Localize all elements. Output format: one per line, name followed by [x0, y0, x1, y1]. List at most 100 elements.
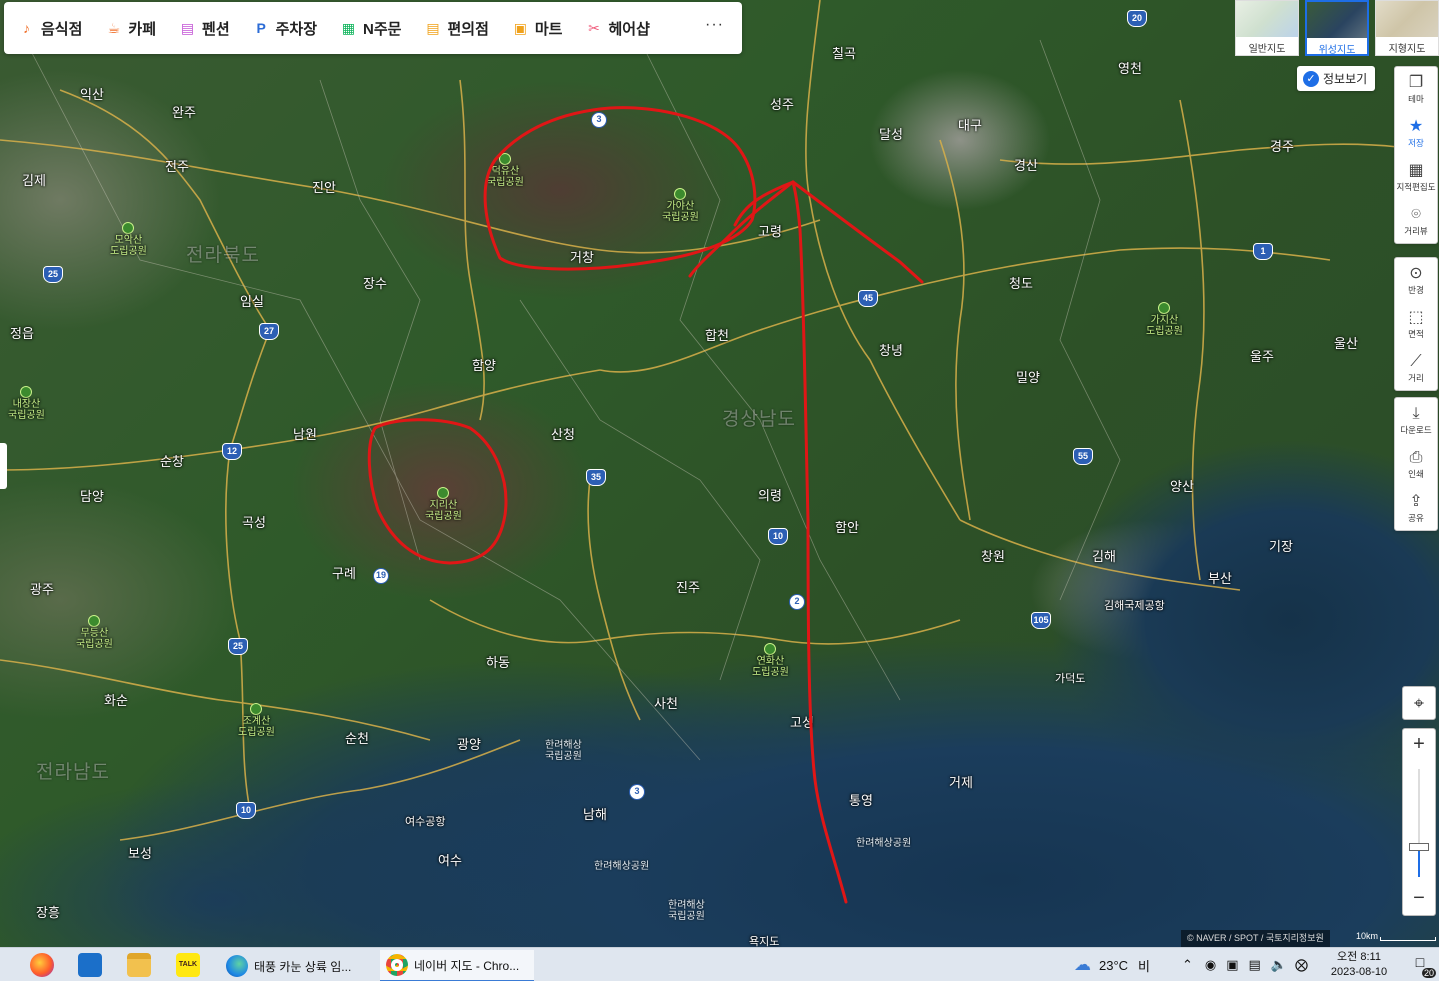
- place-label[interactable]: 순천: [345, 728, 369, 747]
- marine-park-label[interactable]: 한려해상 국립공원: [545, 740, 582, 762]
- record-icon[interactable]: ◉: [1205, 957, 1216, 973]
- place-label[interactable]: 진안: [312, 177, 336, 196]
- map-type-terrain[interactable]: 지형지도: [1375, 0, 1439, 56]
- tool-area[interactable]: ⬚ 면적: [1395, 302, 1437, 346]
- category-n-order[interactable]: ▦ N주문: [340, 18, 402, 39]
- place-label[interactable]: 함안: [835, 517, 859, 536]
- tool-distance[interactable]: ⟋ 거리: [1395, 346, 1437, 390]
- place-label[interactable]: 영천: [1118, 58, 1142, 77]
- marine-park-label[interactable]: 한려해상공원: [856, 838, 911, 849]
- place-label[interactable]: 청도: [1009, 273, 1033, 292]
- place-label[interactable]: 대구: [958, 115, 982, 134]
- zoom-slider-handle[interactable]: [1409, 843, 1429, 851]
- place-label[interactable]: 합천: [705, 325, 729, 344]
- system-clock[interactable]: 오전 8:11 2023-08-10: [1320, 950, 1398, 980]
- place-label[interactable]: 기장: [1269, 536, 1293, 555]
- taskbar-app-chrome[interactable]: 네이버 지도 - Chro...: [380, 950, 534, 981]
- place-label[interactable]: 김제: [22, 170, 46, 189]
- place-label[interactable]: 울주: [1250, 346, 1274, 365]
- place-label[interactable]: 익산: [80, 84, 104, 103]
- category-mart[interactable]: ▣ 마트: [512, 18, 563, 39]
- place-label[interactable]: 광양: [457, 734, 481, 753]
- tool-cadastral[interactable]: ▦ 지적편집도: [1395, 155, 1437, 199]
- place-label[interactable]: 달성: [879, 124, 903, 143]
- park-marker[interactable]: 무등산 국립공원: [76, 615, 113, 650]
- satellite-map[interactable]: 전라북도 경상남도 전라남도 익산 완주 김제 전주 진안 임실 장수 정읍 남원 순창 담양 곡성 구…: [0, 0, 1439, 947]
- place-label[interactable]: 칠곡: [832, 43, 856, 62]
- volume-icon[interactable]: 🔈: [1271, 957, 1287, 973]
- category-pension[interactable]: ▤ 펜션: [179, 18, 230, 39]
- place-label[interactable]: 부산: [1208, 568, 1232, 587]
- park-marker[interactable]: 지리산 국립공원: [425, 487, 462, 522]
- notification-button[interactable]: □ 20: [1408, 954, 1436, 978]
- place-label[interactable]: 여수: [438, 850, 462, 869]
- place-label[interactable]: 함양: [472, 355, 496, 374]
- network-icon[interactable]: ▤: [1249, 957, 1261, 973]
- place-label[interactable]: 순창: [160, 451, 184, 470]
- place-label[interactable]: 장수: [363, 273, 387, 292]
- place-label[interactable]: 보성: [128, 843, 152, 862]
- tool-street-view[interactable]: ⌾ 거리뷰: [1395, 199, 1437, 243]
- camera-icon[interactable]: ▣: [1226, 957, 1238, 973]
- place-label[interactable]: 화순: [104, 690, 128, 709]
- place-label[interactable]: 사천: [654, 693, 678, 712]
- side-panel-handle[interactable]: [0, 443, 7, 489]
- mail-icon[interactable]: [78, 953, 102, 977]
- place-label[interactable]: 하동: [486, 652, 510, 671]
- weather-widget[interactable]: ☁ 23°C 비: [1074, 948, 1150, 981]
- tool-share[interactable]: ⇪ 공유: [1395, 486, 1437, 530]
- place-label[interactable]: 김해국제공항: [1104, 597, 1165, 613]
- place-label[interactable]: 고성: [790, 712, 814, 731]
- tool-download[interactable]: ⤓ 다운로드: [1395, 398, 1437, 442]
- my-location-button[interactable]: ⌖: [1402, 686, 1436, 720]
- category-restaurant[interactable]: ♪ 음식점: [18, 18, 82, 39]
- place-label[interactable]: 거제: [949, 772, 973, 791]
- place-label[interactable]: 창원: [981, 546, 1005, 565]
- place-label[interactable]: 김해: [1092, 546, 1116, 565]
- place-label[interactable]: 담양: [80, 486, 104, 505]
- place-label[interactable]: 남해: [583, 804, 607, 823]
- park-marker[interactable]: 연화산 도립공원: [752, 643, 789, 678]
- place-label[interactable]: 욕지도: [749, 933, 779, 947]
- place-label[interactable]: 성주: [770, 94, 794, 113]
- kakaotalk-icon[interactable]: TALK: [176, 953, 200, 977]
- place-label[interactable]: 산청: [551, 424, 575, 443]
- firefox-icon[interactable]: [30, 953, 54, 977]
- place-label[interactable]: 임실: [240, 291, 264, 310]
- place-label[interactable]: 구례: [332, 563, 356, 582]
- place-label[interactable]: 통영: [849, 790, 873, 809]
- place-label[interactable]: 광주: [30, 579, 54, 598]
- place-label[interactable]: 가덕도: [1055, 670, 1085, 686]
- park-marker[interactable]: 조계산 도립공원: [238, 703, 275, 738]
- place-label[interactable]: 울산: [1334, 333, 1358, 352]
- chevron-up-icon[interactable]: ⌃: [1182, 957, 1193, 973]
- category-convenience-store[interactable]: ▤ 편의점: [424, 18, 489, 39]
- park-marker[interactable]: 내장산 국립공원: [8, 386, 45, 421]
- category-parking[interactable]: P 주차장: [253, 18, 317, 39]
- place-label[interactable]: 정읍: [10, 323, 34, 342]
- file-explorer-icon[interactable]: [127, 953, 151, 977]
- map-type-normal[interactable]: 일반지도: [1235, 0, 1299, 56]
- place-label[interactable]: 의령: [758, 485, 782, 504]
- park-marker[interactable]: 가지산 도립공원: [1146, 302, 1183, 337]
- map-type-satellite[interactable]: 위성지도: [1305, 0, 1369, 56]
- place-label[interactable]: 완주: [172, 102, 196, 121]
- taskbar-app-edge[interactable]: 태풍 카눈 상륙 임...: [220, 950, 372, 981]
- tool-theme[interactable]: ❐ 테마: [1395, 67, 1437, 111]
- place-label[interactable]: 고령: [758, 221, 782, 240]
- zoom-in-button[interactable]: +: [1403, 729, 1435, 761]
- more-categories-button[interactable]: ···: [705, 16, 724, 34]
- park-marker[interactable]: 모악산 도립공원: [110, 222, 147, 257]
- place-label[interactable]: 거창: [570, 247, 594, 266]
- category-hair-salon[interactable]: ✂ 헤어샵: [585, 18, 650, 39]
- place-label[interactable]: 장흥: [36, 902, 60, 921]
- place-label[interactable]: 밀양: [1016, 367, 1040, 386]
- place-label[interactable]: 곡성: [242, 512, 266, 531]
- place-label[interactable]: 여수공항: [405, 813, 445, 829]
- place-label[interactable]: 양산: [1170, 476, 1194, 495]
- place-label[interactable]: 남원: [293, 424, 317, 443]
- tool-radius[interactable]: ⊙ 반경: [1395, 258, 1437, 302]
- tool-print[interactable]: ⎙ 인쇄: [1395, 442, 1437, 486]
- park-marker[interactable]: 가야산 국립공원: [662, 188, 699, 223]
- close-circle-icon[interactable]: ⨂: [1295, 957, 1308, 973]
